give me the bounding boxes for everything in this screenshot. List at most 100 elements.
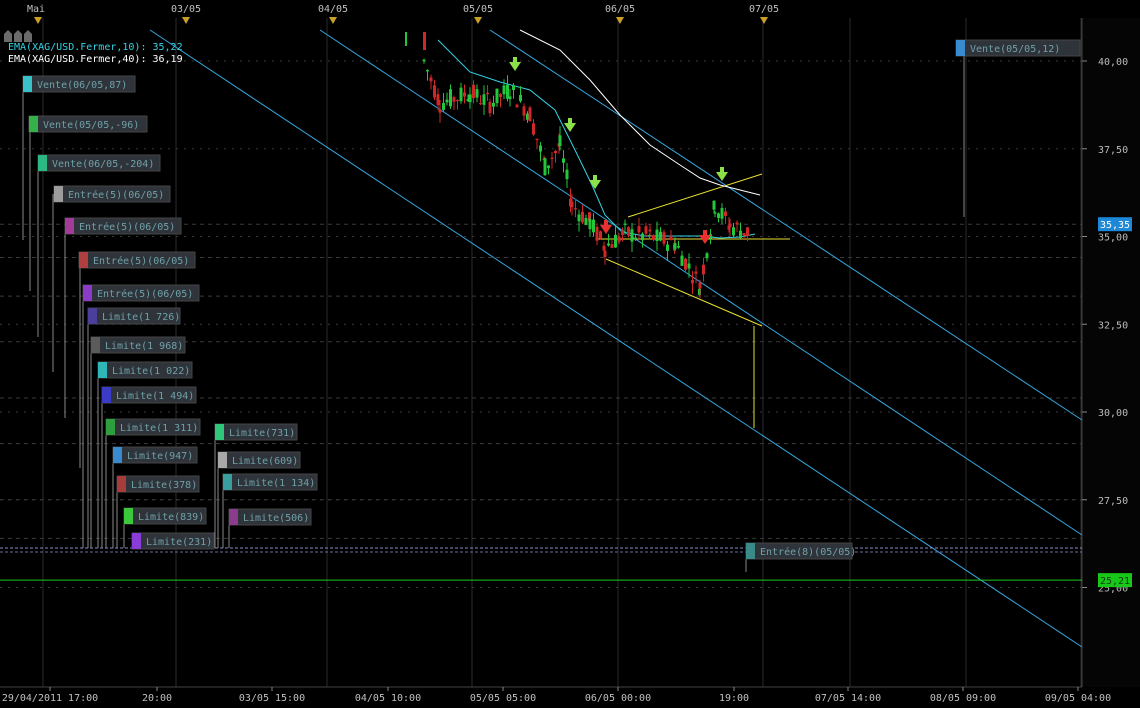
- order-tag[interactable]: Limite(231): [131, 532, 215, 550]
- candle-body: [634, 237, 637, 240]
- order-tag-swatch: [91, 337, 100, 353]
- candle-body: [472, 84, 475, 99]
- candle-body: [720, 208, 724, 219]
- order-tag-label: Entrée(5)(06/05): [93, 255, 189, 267]
- order-tag-swatch: [215, 424, 224, 440]
- order-tag-swatch: [23, 76, 32, 92]
- candle-body: [666, 244, 669, 251]
- order-tag-label: Limite(1 968): [105, 341, 183, 352]
- candle-body: [581, 211, 584, 223]
- candle-body: [508, 96, 512, 100]
- candle-body: [652, 235, 655, 240]
- candle-body: [459, 87, 463, 102]
- candle-body: [426, 70, 429, 72]
- order-tag-label: Limite(947): [127, 451, 193, 462]
- indicator-label: EMA(XAG/USD.Fermer,40): 36,19: [8, 54, 183, 65]
- price-tag-label: 35,35: [1100, 220, 1130, 231]
- order-tag-label: Entrée(5)(06/05): [97, 288, 193, 300]
- candle-body: [599, 231, 602, 239]
- candle-body: [662, 232, 666, 244]
- candle-body: [607, 243, 610, 246]
- candle-body: [614, 234, 617, 248]
- candle-body: [502, 85, 506, 95]
- order-tag-label: Limite(609): [232, 456, 298, 467]
- candle-body: [630, 229, 634, 242]
- candle-body: [532, 123, 535, 135]
- order-tag-swatch: [54, 186, 63, 202]
- candle-body: [637, 226, 641, 233]
- y-tick-label: 32,50: [1098, 320, 1128, 331]
- candle-body: [468, 94, 472, 103]
- candle-body: [535, 138, 539, 141]
- order-tag-label: Entrée(5)(06/05): [79, 221, 175, 233]
- candle-body: [405, 32, 407, 46]
- top-axis-label: 05/05: [463, 4, 493, 15]
- order-tag-swatch: [38, 155, 47, 171]
- top-axis-label: 07/05: [749, 4, 779, 15]
- order-tag-swatch: [132, 533, 141, 549]
- candle-body: [739, 230, 742, 239]
- candle-body: [554, 150, 557, 154]
- candle-body: [588, 219, 592, 230]
- order-tag-swatch: [102, 387, 111, 403]
- candle-body: [438, 109, 442, 113]
- candle-body: [603, 250, 607, 257]
- candle-body: [574, 208, 577, 210]
- candle-body: [592, 219, 595, 233]
- order-tag-label: Vente(05/05,-96): [43, 120, 139, 131]
- candle-body: [550, 157, 554, 160]
- order-tag-swatch: [223, 474, 232, 490]
- candle-body: [694, 271, 698, 274]
- candle-body: [627, 227, 630, 236]
- candle-body: [539, 145, 542, 152]
- candle-body: [565, 169, 569, 180]
- candle-body: [488, 101, 492, 114]
- candle-body: [669, 235, 673, 240]
- candle-body: [499, 93, 502, 97]
- price-tag-label: 25,21: [1100, 576, 1130, 587]
- candle-body: [543, 158, 547, 176]
- x-tick-label: 20:00: [142, 693, 172, 704]
- candle-body: [486, 92, 489, 95]
- top-axis-label: 06/05: [605, 4, 635, 15]
- candle-body: [610, 244, 614, 248]
- order-tag-label: Entrée(8)(05/05): [760, 546, 856, 558]
- candle-body: [691, 280, 694, 284]
- candle-body: [442, 103, 445, 110]
- candle-body: [735, 222, 739, 225]
- candle-body: [528, 107, 532, 122]
- x-tick-label: 29/04/2011 17:00: [2, 693, 98, 704]
- candle-body: [746, 227, 749, 236]
- order-tag-label: Vente(05/05,12): [970, 44, 1060, 55]
- candle-body: [584, 217, 588, 225]
- order-tag-swatch: [98, 362, 107, 378]
- candle-body: [436, 94, 440, 106]
- candle-body: [570, 201, 574, 208]
- candle-body: [684, 258, 687, 270]
- candle-body: [512, 85, 515, 91]
- candle-body: [452, 97, 456, 102]
- x-tick-label: 04/05 10:00: [355, 693, 421, 704]
- candle-body: [702, 264, 705, 275]
- candle-body: [655, 229, 659, 242]
- y-tick-label: 40,00: [1098, 57, 1128, 68]
- candle-body: [475, 89, 479, 98]
- candle-body: [463, 92, 466, 97]
- candle-body: [449, 89, 452, 107]
- candle-body: [713, 212, 717, 214]
- order-tag-swatch: [218, 452, 227, 468]
- top-axis-label: 04/05: [318, 4, 348, 15]
- x-tick-label: 06/05 00:00: [585, 693, 651, 704]
- x-tick-label: 08/05 09:00: [930, 693, 996, 704]
- candle-body: [519, 95, 522, 102]
- order-tag-label: Limite(506): [243, 513, 309, 524]
- top-axis-label: Mai: [27, 4, 45, 15]
- candle-body: [456, 100, 459, 102]
- chart-canvas[interactable]: 40,0037,5035,0032,5030,0027,5025,00Mai 03…: [0, 0, 1140, 708]
- order-tag-swatch: [956, 40, 965, 56]
- y-tick-label: 37,50: [1098, 145, 1128, 156]
- candle-body: [623, 223, 627, 225]
- x-tick-label: 07/05 14:00: [815, 693, 881, 704]
- candle-body: [621, 229, 624, 235]
- order-tag-label: Limite(231): [146, 537, 212, 548]
